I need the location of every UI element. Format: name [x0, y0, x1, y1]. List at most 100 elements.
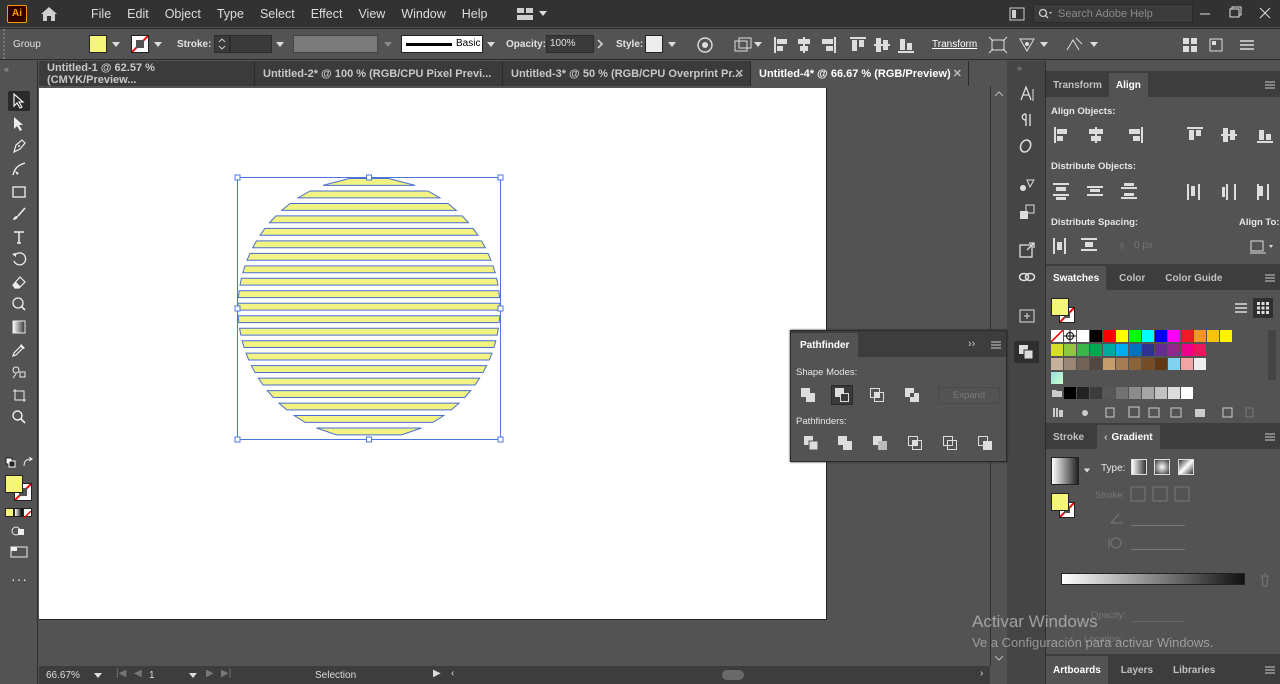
restore-icon[interactable]: [1220, 0, 1250, 27]
close-tab-icon[interactable]: ✕: [735, 67, 744, 80]
align-vertical-buttons[interactable]: [873, 36, 923, 54]
stripe-shape[interactable]: [239, 277, 499, 286]
color-swatch[interactable]: [1207, 330, 1219, 342]
variable-width-profile[interactable]: [293, 35, 378, 53]
spacing-input[interactable]: 0 px: [1130, 237, 1180, 255]
swap-colors-icon[interactable]: [22, 457, 34, 469]
menu-view[interactable]: View: [350, 7, 393, 21]
stripe-shape[interactable]: [280, 202, 458, 211]
graphic-style-swatch[interactable]: [645, 35, 663, 53]
warp-tool[interactable]: [8, 294, 30, 314]
color-swatch[interactable]: [1155, 344, 1167, 356]
align-to-selection-icon[interactable]: [733, 36, 753, 54]
color-mode-icon[interactable]: [5, 508, 14, 517]
color-swatch[interactable]: [1077, 330, 1089, 342]
none-mode-icon[interactable]: [23, 508, 32, 519]
color-swatch[interactable]: [1090, 344, 1102, 356]
panel-menu-icon[interactable]: [1264, 80, 1276, 90]
stripe-shape[interactable]: [238, 327, 500, 336]
zoom-level[interactable]: 66.67%: [46, 670, 80, 681]
swatches-scrollbar[interactable]: [1268, 330, 1276, 380]
properties-icon[interactable]: [1208, 37, 1224, 53]
divide-button[interactable]: [800, 433, 822, 453]
paintbrush-tool[interactable]: [8, 204, 30, 224]
color-swatch[interactable]: [1168, 358, 1180, 370]
stripe-shape[interactable]: [268, 215, 470, 224]
scroll-up-icon[interactable]: [994, 90, 1004, 98]
trash-icon[interactable]: [1259, 573, 1271, 587]
collapse-dock-icon[interactable]: »: [1017, 63, 1022, 73]
color-swatch[interactable]: [1181, 344, 1193, 356]
resize-handle[interactable]: [234, 436, 241, 443]
control-bar-grip[interactable]: [3, 29, 5, 59]
align-buttons-group[interactable]: [772, 36, 882, 54]
stripe-shape[interactable]: [296, 190, 442, 199]
color-swatch[interactable]: [1142, 330, 1154, 342]
next-artboard-icon[interactable]: ▶: [206, 668, 214, 679]
artboard-dropdown-icon[interactable]: [189, 673, 197, 678]
panel-menu-icon[interactable]: [1238, 37, 1256, 53]
draw-mode-icon[interactable]: [10, 524, 28, 538]
gray-swatch[interactable]: [1090, 387, 1102, 399]
home-icon[interactable]: [39, 5, 59, 23]
stroke-stepper[interactable]: [214, 35, 230, 53]
none-swatch[interactable]: [1050, 329, 1064, 343]
first-artboard-icon[interactable]: |◀: [116, 668, 126, 679]
tab-libraries[interactable]: Libraries: [1166, 656, 1222, 684]
folder-icon[interactable]: [1051, 387, 1063, 399]
expand-button[interactable]: Expand: [938, 387, 1000, 404]
menu-window[interactable]: Window: [393, 7, 453, 21]
profile-dropdown-icon[interactable]: [384, 42, 392, 47]
gradient-slider[interactable]: [1061, 573, 1245, 585]
shape-builder-icon[interactable]: [1064, 36, 1084, 54]
gray-swatch[interactable]: [1168, 387, 1180, 399]
align-to-artboard-icon[interactable]: [1248, 237, 1276, 255]
brush-dropdown-icon[interactable]: [487, 42, 495, 47]
resize-handle[interactable]: [497, 174, 504, 181]
artboard-number[interactable]: 1: [149, 670, 155, 681]
gray-swatch[interactable]: [1155, 387, 1167, 399]
opacity-input[interactable]: 100%: [546, 35, 594, 53]
stroke-swatch[interactable]: [131, 35, 149, 53]
outline-button[interactable]: [939, 433, 961, 453]
stripe-shape[interactable]: [237, 315, 501, 324]
tab-color-guide[interactable]: Color Guide: [1158, 266, 1229, 290]
tab-swatches[interactable]: Swatches: [1046, 266, 1107, 290]
tab-untitled-4[interactable]: Untitled-4* @ 66.67 % (RGB/Preview) ✕: [751, 61, 969, 86]
scroll-down-icon[interactable]: [994, 654, 1004, 662]
export-icon[interactable]: [1018, 241, 1036, 259]
swatches-fill-indicator[interactable]: [1051, 298, 1069, 316]
pen-tool[interactable]: [8, 136, 30, 156]
registration-swatch[interactable]: [1064, 330, 1076, 342]
tab-color[interactable]: Color: [1112, 266, 1152, 290]
resize-handle[interactable]: [497, 436, 504, 443]
fill-swatch[interactable]: [89, 35, 107, 53]
puppet-warp-icon[interactable]: [1017, 36, 1037, 54]
tab-align[interactable]: Align: [1108, 73, 1148, 97]
status-menu-icon[interactable]: ▶: [433, 668, 441, 679]
eyedropper-tool[interactable]: [8, 340, 30, 360]
color-swatch[interactable]: [1129, 330, 1141, 342]
screen-mode-icon[interactable]: [10, 545, 28, 559]
default-colors-icon[interactable]: [5, 457, 17, 469]
recolor-artwork-icon[interactable]: [696, 36, 714, 54]
color-swatch[interactable]: [1129, 358, 1141, 370]
resize-handle[interactable]: [366, 436, 372, 443]
stroke-weight-input[interactable]: [230, 35, 272, 53]
puppet-dropdown-icon[interactable]: [1040, 42, 1048, 47]
menu-help[interactable]: Help: [454, 7, 496, 21]
menu-effect[interactable]: Effect: [303, 7, 351, 21]
align-objects-buttons[interactable]: [1051, 125, 1279, 145]
color-swatch[interactable]: [1090, 358, 1102, 370]
stripe-shape[interactable]: [277, 402, 461, 411]
swatch-actions-bar[interactable]: [1051, 405, 1261, 419]
stripe-shape[interactable]: [245, 352, 493, 361]
curvature-tool[interactable]: [8, 159, 30, 179]
stripe-shape[interactable]: [251, 240, 487, 249]
asset-export-icon[interactable]: [1018, 306, 1036, 324]
menu-file[interactable]: File: [83, 7, 119, 21]
color-swatch[interactable]: [1077, 344, 1089, 356]
character-icon[interactable]: [1018, 85, 1036, 103]
distribute-objects-buttons[interactable]: [1051, 181, 1279, 201]
spacing-stepper[interactable]: ◊: [1115, 237, 1129, 255]
